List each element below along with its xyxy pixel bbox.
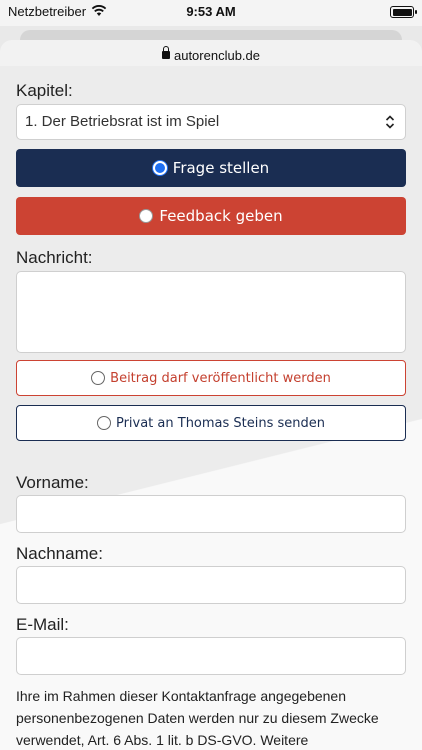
firstname-input[interactable]	[16, 495, 406, 533]
message-textarea[interactable]	[16, 271, 406, 353]
lastname-input[interactable]	[16, 566, 406, 604]
url-bar[interactable]: autorenclub.de	[0, 40, 422, 66]
send-private-label: Privat an Thomas Steins senden	[115, 415, 326, 431]
give-feedback-label: Feedback geben	[159, 207, 283, 225]
chevron-up-down-icon	[385, 115, 395, 129]
privacy-notice: Ihre im Rahmen dieser Kontaktanfrage ang…	[16, 688, 379, 748]
radio-unchecked-icon	[91, 371, 106, 385]
publish-allowed-label: Beitrag darf veröffentlicht werden	[110, 370, 331, 386]
chapter-select[interactable]: 1. Der Betriebsrat ist im Spiel	[16, 104, 406, 140]
message-label: Nachricht:	[16, 248, 93, 267]
battery-icon	[390, 6, 417, 18]
radio-checked-icon	[152, 161, 167, 175]
radio-unchecked-icon	[96, 416, 111, 430]
domain-label: autorenclub.de	[173, 48, 260, 63]
publish-allowed-option[interactable]: Beitrag darf veröffentlicht werden	[16, 360, 406, 396]
chapter-select-value: 1. Der Betriebsrat ist im Spiel	[25, 113, 220, 130]
ask-question-label: Frage stellen	[172, 159, 270, 177]
email-label: E-Mail:	[16, 615, 69, 634]
contact-form: Kapitel: 1. Der Betriebsrat ist im Spiel…	[0, 66, 422, 750]
lock-icon	[161, 46, 170, 59]
send-private-option[interactable]: Privat an Thomas Steins senden	[16, 405, 406, 441]
chapter-label: Kapitel:	[16, 81, 73, 100]
email-input[interactable]	[16, 637, 406, 675]
firstname-label: Vorname:	[16, 473, 89, 492]
clock: 9:53 AM	[186, 4, 236, 19]
radio-unchecked-icon	[139, 209, 154, 223]
status-bar: Netzbetreiber 9:53 AM	[0, 0, 422, 26]
ask-question-option[interactable]: Frage stellen	[16, 149, 406, 187]
lastname-label: Nachname:	[16, 544, 103, 563]
give-feedback-option[interactable]: Feedback geben	[16, 197, 406, 235]
